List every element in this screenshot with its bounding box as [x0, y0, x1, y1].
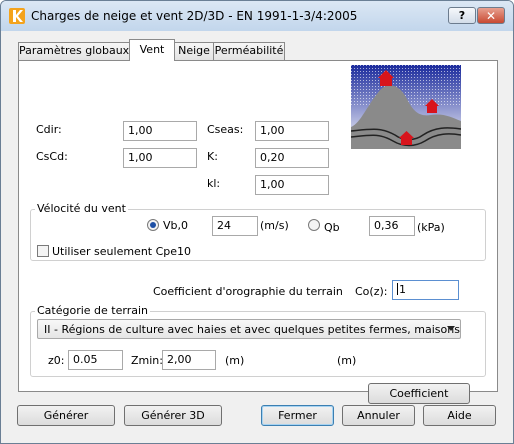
dialog-window: Charges de neige et vent 2D/3D - EN 1991…: [0, 0, 514, 444]
velocity-group-title: Vélocité du vent: [35, 202, 128, 215]
z-unit: (m): [337, 354, 357, 367]
coz-input[interactable]: 1: [392, 280, 459, 300]
orography-label: Coefficient d'orographie du terrain: [153, 285, 343, 298]
terrain-category-select[interactable]: II - Régions de culture avec haies et av…: [37, 319, 461, 339]
cdir-input[interactable]: 1,00: [123, 121, 197, 141]
cscd-label: CsCd:: [36, 150, 68, 163]
chevron-down-icon: [447, 326, 455, 331]
annuler-button[interactable]: Annuler: [342, 405, 415, 426]
cpe10-checkbox[interactable]: [37, 245, 49, 257]
zmin-input[interactable]: 2,00: [162, 350, 216, 370]
vb-label: Vb,0: [163, 219, 189, 232]
kl-label: kl:: [207, 177, 221, 190]
qb-input[interactable]: 0,36: [369, 216, 415, 236]
fermer-button[interactable]: Fermer: [261, 405, 334, 426]
cdir-label: Cdir:: [36, 123, 62, 136]
vb-input[interactable]: 24: [212, 216, 258, 236]
tab-parametres-globaux[interactable]: Paramètres globaux: [18, 42, 130, 60]
z0-label: z0:: [48, 354, 65, 367]
aide-button[interactable]: Aide: [423, 405, 496, 426]
window-title: Charges de neige et vent 2D/3D - EN 1991…: [31, 9, 358, 23]
help-title-button[interactable]: ?: [448, 7, 476, 24]
k-label: K:: [207, 150, 218, 163]
kl-input[interactable]: 1,00: [255, 175, 329, 195]
tab-neige[interactable]: Neige: [174, 42, 214, 60]
text-cursor: [397, 283, 398, 295]
tab-vent[interactable]: Vent: [129, 39, 175, 61]
cseas-label: Cseas:: [207, 123, 244, 136]
vb-radio[interactable]: [147, 219, 159, 231]
k-input[interactable]: 0,20: [255, 148, 329, 168]
cseas-input[interactable]: 1,00: [255, 121, 329, 141]
terrain-group-title: Catégorie de terrain: [35, 304, 151, 317]
dialog-client: Paramètres globaux Vent Neige Perméabili…: [5, 31, 509, 439]
generer-3d-button[interactable]: Générer 3D: [124, 405, 222, 426]
cpe10-label: Utiliser seulement Cpe10: [52, 245, 192, 258]
close-title-button[interactable]: ✕: [477, 7, 505, 24]
zmin-label: Zmin:: [131, 354, 163, 367]
vb-unit: (m/s): [260, 219, 289, 232]
zmin-unit: (m): [225, 354, 245, 367]
z0-input[interactable]: 0.05: [68, 350, 123, 370]
vent-tab-panel: Cdir: 1,00 CsCd: 1,00 Cseas: 1,00 K: 0,2…: [18, 60, 498, 404]
title-bar: Charges de neige et vent 2D/3D - EN 1991…: [1, 1, 513, 31]
tab-permeabilite[interactable]: Perméabilité: [213, 42, 285, 60]
qb-label: Qb: [324, 221, 340, 234]
close-icon: ✕: [485, 8, 497, 23]
terrain-illustration: [351, 65, 461, 149]
cscd-input[interactable]: 1,00: [123, 148, 197, 168]
qb-radio[interactable]: [308, 219, 320, 231]
coefficient-button[interactable]: Coefficient: [368, 383, 470, 404]
app-logo-icon: [9, 8, 25, 24]
qb-unit: (kPa): [417, 221, 445, 234]
generer-button[interactable]: Générer: [17, 405, 115, 426]
coz-label: Co(z):: [355, 285, 388, 298]
